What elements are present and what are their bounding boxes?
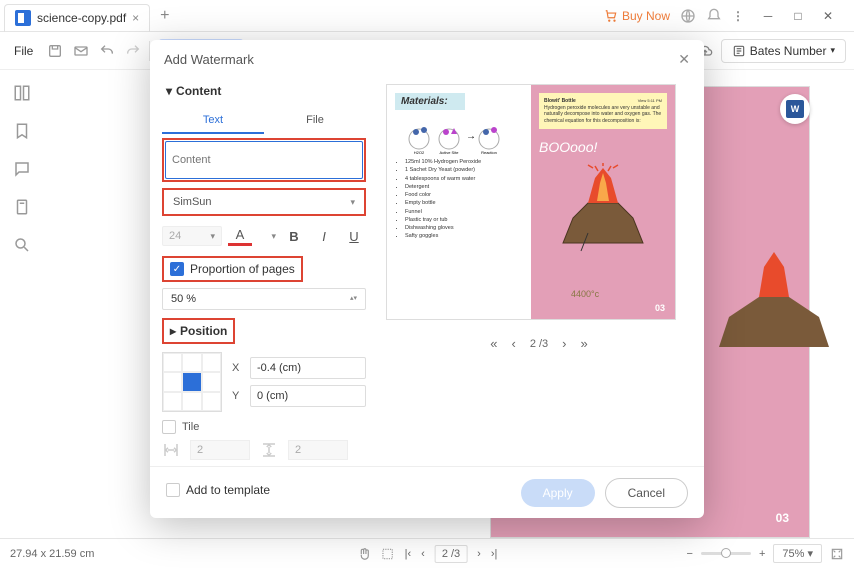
- position-section-header[interactable]: ▸ Position: [162, 318, 235, 344]
- x-offset-input[interactable]: -0.4 (cm): [250, 357, 366, 379]
- first-page-nav[interactable]: |‹: [405, 548, 412, 560]
- content-section-header[interactable]: ▾ Content: [162, 78, 366, 104]
- volcano-illustration: [699, 237, 849, 357]
- app-logo-icon: [15, 10, 31, 26]
- thumbnails-icon[interactable]: [13, 84, 31, 102]
- statusbar: 27.94 x 21.59 cm |‹ ‹ 2 /3 › ›| − + 75% …: [0, 538, 854, 568]
- zoom-level-select[interactable]: 75% ▾: [773, 544, 822, 563]
- proportion-checkbox-row[interactable]: ✓ Proportion of pages: [165, 259, 300, 279]
- globe-icon[interactable]: [680, 8, 696, 24]
- mail-icon[interactable]: [73, 43, 89, 59]
- v-spacing-input[interactable]: 2: [288, 440, 348, 460]
- checkbox-empty-icon: [166, 483, 180, 497]
- kebab-icon[interactable]: ⋮: [732, 9, 744, 23]
- bookmark-icon[interactable]: [13, 122, 31, 140]
- bold-button[interactable]: B: [282, 224, 306, 248]
- add-to-template-checkbox[interactable]: Add to template: [166, 483, 270, 497]
- page-indicator: 2 /3: [530, 338, 548, 350]
- dialog-title: Add Watermark: [164, 52, 254, 67]
- save-icon[interactable]: [47, 43, 63, 59]
- close-button[interactable]: ✕: [814, 6, 842, 26]
- redo-icon[interactable]: [125, 43, 141, 59]
- next-page-nav[interactable]: ›: [477, 548, 481, 560]
- underline-button[interactable]: U: [342, 224, 366, 248]
- buy-now-link[interactable]: Buy Now: [604, 9, 670, 23]
- font-color-button[interactable]: A: [228, 226, 252, 246]
- word-icon: W: [786, 100, 804, 118]
- preview-note: Blowit' BottleView 5:11 PM Hydrogen pero…: [539, 93, 667, 129]
- h-spacing-icon: [162, 441, 180, 459]
- new-tab-button[interactable]: +: [150, 7, 179, 25]
- attachment-icon[interactable]: [13, 198, 31, 216]
- cart-icon: [604, 9, 618, 23]
- last-page-nav[interactable]: ›|: [491, 548, 498, 560]
- file-tab[interactable]: File: [264, 108, 366, 134]
- select-tool-icon[interactable]: [381, 547, 395, 561]
- file-menu[interactable]: File: [8, 40, 39, 62]
- comment-icon[interactable]: [13, 160, 31, 178]
- molecule-diagram: H2O2 Active Site → Reaction: [395, 114, 523, 154]
- bates-number-button[interactable]: Bates Number ▾: [721, 39, 846, 63]
- next-page-button[interactable]: ›: [562, 336, 566, 351]
- document-tab[interactable]: science-copy.pdf ×: [4, 4, 150, 32]
- volcano-preview-illustration: [553, 163, 653, 253]
- prev-page-nav[interactable]: ‹: [421, 548, 425, 560]
- word-export-button[interactable]: W: [780, 94, 810, 124]
- svg-text:Reaction: Reaction: [481, 150, 497, 154]
- svg-text:Active Site: Active Site: [440, 150, 460, 154]
- first-page-button[interactable]: «: [490, 336, 497, 351]
- page-number-input[interactable]: 2 /3: [435, 545, 467, 563]
- font-color-dropdown[interactable]: ▾: [271, 231, 276, 242]
- h-spacing-input[interactable]: 2: [190, 440, 250, 460]
- cancel-button[interactable]: Cancel: [605, 478, 688, 508]
- bell-icon[interactable]: [706, 8, 722, 24]
- fit-page-icon[interactable]: [830, 547, 844, 561]
- tab-title: science-copy.pdf: [37, 11, 126, 25]
- zoom-slider[interactable]: [701, 552, 751, 555]
- tile-checkbox-row[interactable]: Tile: [162, 420, 366, 434]
- y-offset-input[interactable]: 0 (cm): [250, 385, 366, 407]
- text-tab[interactable]: Text: [162, 108, 264, 134]
- dialog-close-button[interactable]: ✕: [678, 51, 690, 68]
- left-sidebar: [0, 70, 44, 530]
- materials-list: 125ml 10% Hydrogen Peroxide1 Sachet Dry …: [395, 158, 523, 241]
- minimize-button[interactable]: ─: [754, 6, 782, 26]
- position-grid[interactable]: [162, 352, 222, 412]
- font-size-input[interactable]: 24▾: [162, 226, 222, 246]
- page-dimensions: 27.94 x 21.59 cm: [10, 548, 94, 560]
- titlebar: science-copy.pdf × + Buy Now ⋮ ─ □ ✕: [0, 0, 854, 32]
- font-select[interactable]: SimSun ▾: [165, 191, 363, 213]
- search-icon[interactable]: [13, 236, 31, 254]
- preview-page: Materials: H2O2Active Site→Reaction 125m…: [386, 84, 676, 320]
- proportion-value-input[interactable]: 50 % ▴▾: [162, 288, 366, 310]
- bates-icon: [732, 44, 746, 58]
- last-page-button[interactable]: »: [581, 336, 588, 351]
- preview-pager: « ‹ 2 /3 › »: [386, 336, 692, 351]
- prev-page-button[interactable]: ‹: [511, 336, 515, 351]
- checkbox-checked-icon: ✓: [170, 262, 184, 276]
- checkbox-empty-icon: [162, 420, 176, 434]
- v-spacing-icon: [260, 441, 278, 459]
- italic-button[interactable]: I: [312, 224, 336, 248]
- zoom-in-button[interactable]: +: [759, 548, 765, 560]
- content-input[interactable]: [165, 141, 363, 179]
- add-watermark-dialog: Add Watermark ✕ ▾ Content Text File SimS…: [150, 40, 704, 518]
- maximize-button[interactable]: □: [784, 6, 812, 26]
- undo-icon[interactable]: [99, 43, 115, 59]
- apply-button[interactable]: Apply: [521, 479, 595, 507]
- svg-text:H2O2: H2O2: [414, 150, 425, 154]
- hand-tool-icon[interactable]: [357, 547, 371, 561]
- zoom-out-button[interactable]: −: [687, 548, 693, 560]
- svg-text:→: →: [466, 131, 476, 142]
- tab-close-icon[interactable]: ×: [132, 11, 139, 25]
